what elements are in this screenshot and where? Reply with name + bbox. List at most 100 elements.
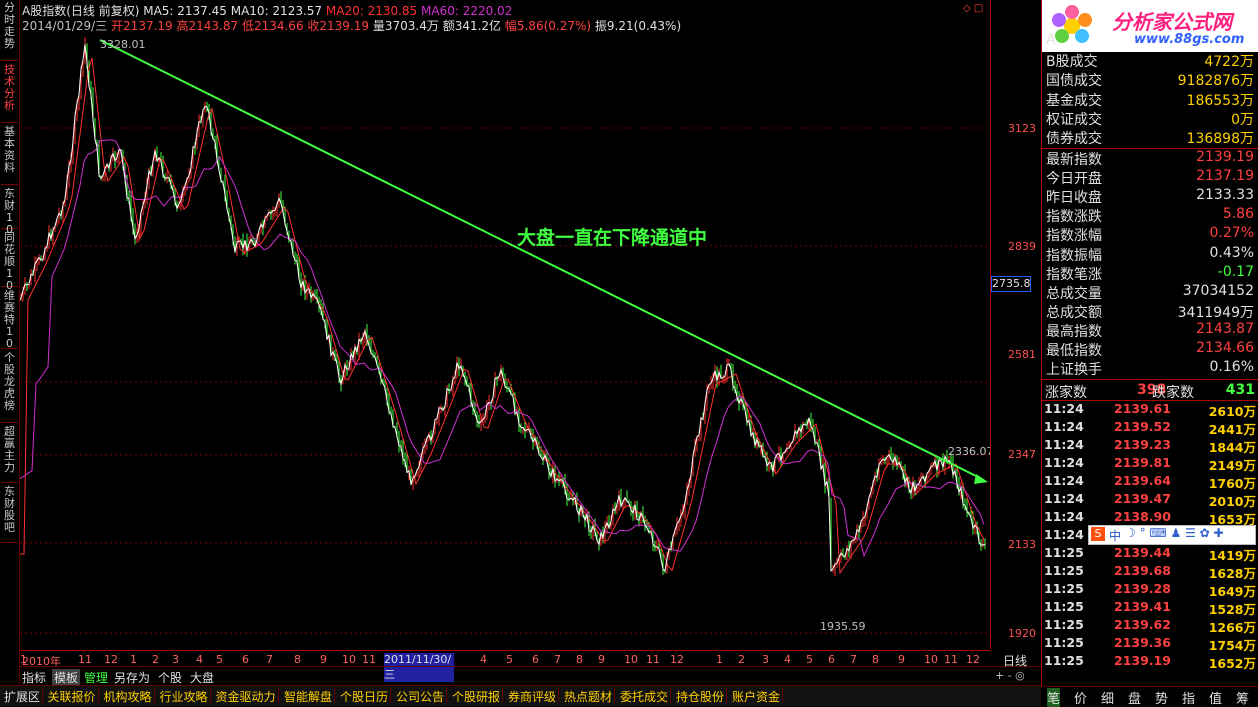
stat-row: 总成交额 3411949万 bbox=[1046, 302, 1256, 321]
ime-mode[interactable]: 中 bbox=[1109, 527, 1121, 544]
zoom-buttons[interactable]: + - ◎ bbox=[995, 669, 1025, 682]
tab-intraday[interactable]: 分时走势 bbox=[1, 2, 18, 61]
tick-volume: 1419万 bbox=[1208, 548, 1256, 563]
stat-row: 指数振幅 0.43% bbox=[1046, 245, 1256, 264]
bottom-function-bar: 扩展区 关联报价 机构攻略 行业攻略 资金驱动力 智能解盘 个股日历 公司公告 个股研报 券商评级… bbox=[0, 685, 1041, 706]
period-label[interactable]: 日线 bbox=[1003, 652, 1027, 669]
tick-time: 11:24 bbox=[1044, 509, 1084, 524]
save-as-button[interactable]: 另存为 bbox=[114, 669, 150, 686]
right-tab[interactable]: 价 bbox=[1074, 688, 1087, 707]
stat-row: 最新指数 2139.19 bbox=[1046, 149, 1256, 168]
tab-fundamentals[interactable]: 基本资料 bbox=[1, 126, 18, 185]
tab-technical[interactable]: 技术分析 bbox=[1, 64, 18, 123]
function-button[interactable]: 智能解盘 bbox=[282, 688, 336, 704]
stat-value: 2143.87 bbox=[1196, 320, 1254, 337]
function-button[interactable]: 个股日历 bbox=[338, 688, 392, 704]
advance-decline-row: 涨家数 398 跌家数 431 bbox=[1042, 379, 1258, 401]
tick-volume: 1266万 bbox=[1208, 620, 1256, 635]
right-tab[interactable]: 细 bbox=[1101, 688, 1114, 707]
stock-button[interactable]: 个股 bbox=[158, 669, 182, 686]
tab-guba[interactable]: 东财股吧 bbox=[1, 486, 18, 543]
x-tick-label: 5 bbox=[216, 653, 223, 666]
function-button[interactable]: 委托成交 bbox=[618, 688, 672, 704]
sogou-icon[interactable]: S bbox=[1091, 527, 1105, 541]
tick-time: 11:24 bbox=[1044, 401, 1084, 416]
quote-vol: 量3703.4万 bbox=[372, 19, 439, 33]
tick-price: 2139.23 bbox=[1114, 437, 1171, 452]
stat-label: 今日开盘 bbox=[1046, 171, 1102, 188]
manage-button[interactable]: 管理 bbox=[84, 669, 108, 686]
right-tab[interactable]: 筹 bbox=[1236, 688, 1249, 707]
x-tick-label: 11 bbox=[362, 653, 376, 666]
chart-header-quote: 2014/01/29/三 开2137.19 高2143.87 低2134.66 … bbox=[22, 17, 681, 34]
stat-row: 基金成交 186553万 bbox=[1046, 90, 1256, 109]
function-button[interactable]: 机构攻略 bbox=[102, 688, 155, 704]
right-tab[interactable]: 盘 bbox=[1128, 688, 1141, 707]
stat-value: -0.17 bbox=[1217, 263, 1254, 280]
function-button[interactable]: 热点题材 bbox=[562, 688, 616, 704]
stat-label: 最新指数 bbox=[1046, 152, 1102, 168]
stat-label: 基金成交 bbox=[1046, 92, 1102, 109]
stat-label: 指数振幅 bbox=[1046, 247, 1102, 264]
quote-close: 收2139.19 bbox=[307, 19, 370, 33]
tick-time: 11:24 bbox=[1044, 419, 1084, 434]
x-tick-label: 8 bbox=[576, 653, 583, 666]
chart-toolbar: 指标 模板 管理 另存为 个股 大盘 + - ◎ bbox=[20, 666, 1041, 686]
right-tab[interactable]: 笔 bbox=[1047, 688, 1061, 707]
ime-toolbar[interactable]: S 中 ☽ ° ⌨ ♟ ☰ ✿ ✚ bbox=[1088, 525, 1256, 545]
function-button[interactable]: 券商评级 bbox=[506, 688, 560, 704]
stat-value: 2134.66 bbox=[1196, 340, 1254, 356]
stat-row: 总成交量 37034152 bbox=[1046, 283, 1256, 302]
tab-eastmoney10[interactable]: 东财10 bbox=[1, 188, 18, 236]
function-button[interactable]: 公司公告 bbox=[394, 688, 448, 704]
quote-low: 低2134.66 bbox=[241, 19, 304, 33]
tab-super-main[interactable]: 超赢主力 bbox=[1, 426, 18, 483]
tick-row: 11:25 2139.36 1754万 bbox=[1044, 635, 1256, 653]
function-button[interactable]: 关联报价 bbox=[46, 688, 99, 704]
stat-label: 昨日收盘 bbox=[1046, 190, 1102, 207]
tick-price: 2138.90 bbox=[1114, 509, 1171, 524]
tick-row: 11:25 2139.44 1419万 bbox=[1044, 545, 1256, 563]
x-tick-label: 2 bbox=[738, 653, 745, 666]
stat-value: 2133.33 bbox=[1196, 187, 1254, 204]
tick-volume: 2149万 bbox=[1208, 458, 1256, 473]
tick-volume: 1760万 bbox=[1208, 476, 1256, 491]
function-button[interactable]: 扩展区 bbox=[2, 688, 44, 704]
stat-value: 4722万 bbox=[1204, 54, 1254, 71]
stat-value: 0.27% bbox=[1209, 225, 1254, 242]
tick-row: 11:24 2139.23 1844万 bbox=[1044, 437, 1256, 455]
tab-ths10[interactable]: 同花顺10 bbox=[1, 232, 18, 292]
tab-dragon-tiger[interactable]: 个股龙虎榜 bbox=[1, 352, 18, 423]
tick-row: 11:25 2139.68 1628万 bbox=[1044, 563, 1256, 581]
x-tick-label: 10 bbox=[342, 653, 356, 666]
x-tick-label: 12 bbox=[966, 653, 980, 666]
right-tab[interactable]: 指 bbox=[1182, 688, 1195, 707]
function-button[interactable]: 持仓股份 bbox=[674, 688, 728, 704]
right-tab[interactable]: 势 bbox=[1155, 688, 1168, 707]
x-tick-label: 11 bbox=[78, 653, 92, 666]
function-button[interactable]: 行业攻略 bbox=[158, 688, 211, 704]
indicator-button[interactable]: 指标 bbox=[22, 669, 46, 686]
candlestick-series bbox=[20, 37, 986, 576]
ma5-value: MA5: 2137.45 bbox=[143, 4, 227, 18]
tab-weisaite10[interactable]: 维赛特10 bbox=[1, 290, 18, 350]
x-tick-label: 8 bbox=[294, 653, 301, 666]
ma10-value: MA10: 2123.57 bbox=[230, 4, 323, 18]
x-tick-label: 6 bbox=[828, 653, 835, 666]
x-tick-label: 3 bbox=[762, 653, 769, 666]
kline-chart[interactable]: 3328.01 1935.59 2336.07 大盘一直在下降通道中 bbox=[20, 0, 990, 650]
up-label: 涨家数 bbox=[1045, 385, 1087, 401]
tick-price: 2139.62 bbox=[1114, 617, 1171, 632]
stat-label: 最低指数 bbox=[1046, 343, 1102, 359]
ime-tools-icon[interactable]: ☽ ° ⌨ ♟ ☰ ✿ ✚ bbox=[1125, 526, 1224, 540]
right-tab[interactable]: 值 bbox=[1209, 688, 1222, 707]
diamond-icon[interactable]: ◇ □ bbox=[963, 3, 983, 14]
quote-amp: 振9.21(0.43%) bbox=[594, 19, 682, 33]
template-button[interactable]: 模板 bbox=[52, 669, 81, 686]
function-button[interactable]: 资金驱动力 bbox=[214, 688, 279, 704]
function-button[interactable]: 账户资金 bbox=[730, 688, 784, 704]
market-volume-stats: A B股成交 4722万 国债成交 9182876万 基金成交 186553万 权证成交 0万债… bbox=[1042, 32, 1258, 148]
market-button[interactable]: 大盘 bbox=[190, 669, 214, 686]
function-button[interactable]: 个股研报 bbox=[450, 688, 504, 704]
tick-row: 11:24 2139.61 2610万 bbox=[1044, 401, 1256, 419]
